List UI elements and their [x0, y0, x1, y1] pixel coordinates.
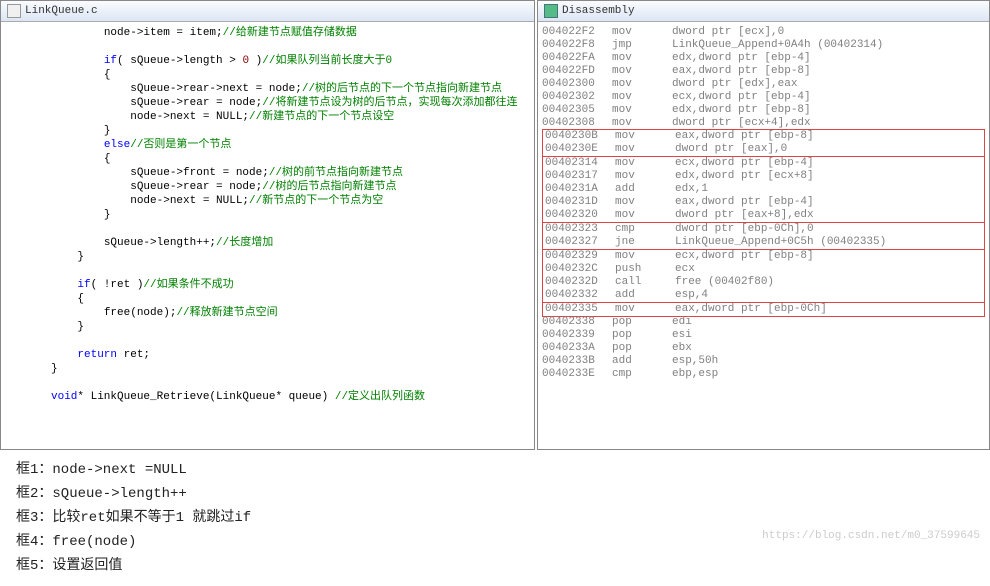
asm-row[interactable]: 0040231Aaddedx,1: [545, 183, 982, 196]
asm-row[interactable]: 00402323cmpdword ptr [ebp-0Ch],0: [545, 223, 982, 236]
annotation-notes: 框1：node->next =NULL框2：sQueue->length++框3…: [0, 450, 990, 586]
disassembly-icon: [544, 4, 558, 18]
asm-row[interactable]: 00402329movecx,dword ptr [ebp-8]: [545, 250, 982, 263]
source-title-bar: LinkQueue.c: [1, 1, 534, 22]
asm-row[interactable]: 00402302movecx,dword ptr [ebp-4]: [542, 91, 985, 104]
asm-row[interactable]: 00402305movedx,dword ptr [ebp-8]: [542, 104, 985, 117]
asm-row[interactable]: 0040231Dmoveax,dword ptr [ebp-4]: [545, 196, 982, 209]
asm-row[interactable]: 0040233Apopebx: [542, 342, 985, 355]
asm-row[interactable]: 00402314movecx,dword ptr [ebp-4]: [545, 157, 982, 170]
note-line: 框3：比较ret如果不等于1 就跳过if: [16, 506, 974, 530]
asm-row[interactable]: 00402308movdword ptr [ecx+4],edx: [542, 117, 985, 130]
highlight-box-1: 0040230Bmoveax,dword ptr [ebp-8]0040230E…: [542, 129, 985, 157]
note-line: 框2：sQueue->length++: [16, 482, 974, 506]
source-filename: LinkQueue.c: [25, 5, 98, 17]
asm-row[interactable]: 00402327jneLinkQueue_Append+0C5h (004023…: [545, 236, 982, 249]
asm-row[interactable]: 0040230Bmoveax,dword ptr [ebp-8]: [545, 130, 982, 143]
highlight-box-4: 00402329movecx,dword ptr [ebp-8]0040232C…: [542, 249, 985, 303]
disassembly-title: Disassembly: [562, 5, 635, 17]
asm-row[interactable]: 004022F2movdword ptr [ecx],0: [542, 26, 985, 39]
asm-row[interactable]: 0040233Baddesp,50h: [542, 355, 985, 368]
note-line: 框1：node->next =NULL: [16, 458, 974, 482]
watermark: https://blog.csdn.net/m0_37599645: [762, 530, 980, 542]
asm-row[interactable]: 0040232Cpushecx: [545, 263, 982, 276]
asm-row[interactable]: 00402300movdword ptr [edx],eax: [542, 78, 985, 91]
asm-row[interactable]: 004022FAmovedx,dword ptr [ebp-4]: [542, 52, 985, 65]
asm-row[interactable]: 00402320movdword ptr [eax+8],edx: [545, 209, 982, 222]
highlight-box-2: 00402314movecx,dword ptr [ebp-4]00402317…: [542, 156, 985, 223]
asm-row[interactable]: 00402332addesp,4: [545, 289, 982, 302]
highlight-box-5: 00402335moveax,dword ptr [ebp-0Ch]: [542, 302, 985, 317]
disassembly-title-bar: Disassembly: [538, 1, 989, 22]
asm-row[interactable]: 0040232Dcallfree (00402f80): [545, 276, 982, 289]
file-icon: [7, 4, 21, 18]
asm-row[interactable]: 00402335moveax,dword ptr [ebp-0Ch]: [545, 303, 982, 316]
asm-row[interactable]: 00402317movedx,dword ptr [ecx+8]: [545, 170, 982, 183]
source-pane: LinkQueue.c node->item = item;//给新建节点赋值存…: [0, 0, 535, 450]
asm-row[interactable]: 0040230Emovdword ptr [eax],0: [545, 143, 982, 156]
note-line: 框5：设置返回值: [16, 554, 974, 578]
disassembly-pane: Disassembly 004022F2movdword ptr [ecx],0…: [537, 0, 990, 450]
source-code[interactable]: node->item = item;//给新建节点赋值存储数据 if( sQue…: [1, 22, 534, 408]
asm-row[interactable]: 004022FDmoveax,dword ptr [ebp-8]: [542, 65, 985, 78]
highlight-box-3: 00402323cmpdword ptr [ebp-0Ch],000402327…: [542, 222, 985, 250]
asm-row[interactable]: 004022F8jmpLinkQueue_Append+0A4h (004023…: [542, 39, 985, 52]
asm-row[interactable]: 0040233Ecmpebp,esp: [542, 368, 985, 381]
disassembly-listing[interactable]: 004022F2movdword ptr [ecx],0004022F8jmpL…: [538, 22, 989, 385]
asm-row[interactable]: 00402338popedi: [542, 316, 985, 329]
asm-row[interactable]: 00402339popesi: [542, 329, 985, 342]
